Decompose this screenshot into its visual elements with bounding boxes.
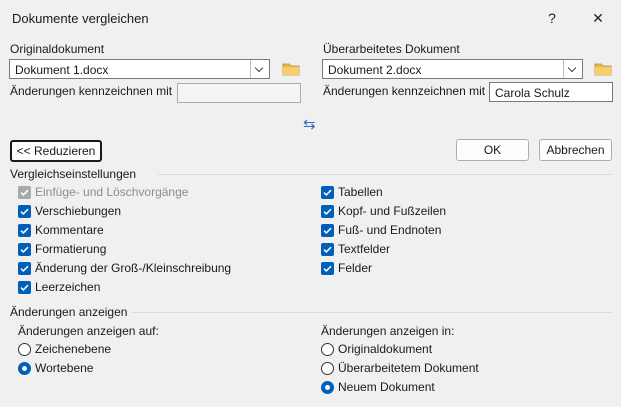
cancel-button[interactable]: Abbrechen <box>539 139 612 161</box>
revised-label: Überarbeitetes Dokument <box>323 42 460 56</box>
checkmark-icon <box>18 186 31 199</box>
checkmark-icon[interactable] <box>321 243 334 256</box>
original-combo[interactable]: Dokument 1.docx <box>9 59 270 79</box>
checkmark-icon[interactable] <box>18 205 31 218</box>
radio-button[interactable] <box>321 381 334 394</box>
radio-button[interactable] <box>18 343 31 356</box>
original-mark-label: Änderungen kennzeichnen mit <box>10 84 173 98</box>
original-label: Originaldokument <box>10 42 105 56</box>
radio-label: Überarbeitetem Dokument <box>338 361 479 375</box>
revised-mark-field[interactable]: Carola Schulz <box>489 82 613 102</box>
radio-button[interactable] <box>321 362 334 375</box>
checkmark-icon[interactable] <box>18 281 31 294</box>
revised-value: Dokument 2.docx <box>328 63 422 77</box>
checkmark-icon[interactable] <box>321 186 334 199</box>
divider <box>132 312 613 313</box>
folder-icon[interactable] <box>282 62 300 76</box>
checkbox-label: Felder <box>338 261 373 275</box>
checkbox-label: Änderung der Groß-/Kleinschreibung <box>35 261 232 275</box>
checkmark-icon[interactable] <box>18 224 31 237</box>
radio-button[interactable] <box>18 362 31 375</box>
show-changes-heading: Änderungen anzeigen <box>10 305 128 319</box>
original-mark-field[interactable] <box>177 83 301 103</box>
checkbox-label: Leerzeichen <box>35 280 101 294</box>
checkbox-label: Fuß- und Endnoten <box>338 223 442 237</box>
show-level-label: Änderungen anzeigen auf: <box>18 324 159 338</box>
checkmark-icon[interactable] <box>18 243 31 256</box>
checkbox-label: Verschiebungen <box>35 204 122 218</box>
chevron-down-icon[interactable] <box>250 60 269 78</box>
radio-button[interactable] <box>321 343 334 356</box>
checkbox-label: Textfelder <box>338 242 391 256</box>
checkbox-label: Einfüge- und Löschvorgänge <box>35 185 189 199</box>
checkbox-label: Kopf- und Fußzeilen <box>338 204 447 218</box>
checkmark-icon[interactable] <box>321 224 334 237</box>
window-title: Dokumente vergleichen <box>12 11 149 26</box>
checkmark-icon[interactable] <box>321 262 334 275</box>
folder-icon[interactable] <box>594 62 612 76</box>
compare-settings-heading: Vergleichseinstellungen <box>10 167 137 181</box>
revised-mark-label: Änderungen kennzeichnen mit <box>323 84 486 98</box>
ok-button[interactable]: OK <box>456 139 529 161</box>
checkbox-label: Tabellen <box>338 185 383 199</box>
checkmark-icon[interactable] <box>18 262 31 275</box>
chevron-down-icon[interactable] <box>563 60 582 78</box>
close-button[interactable]: ✕ <box>578 3 618 33</box>
revised-combo[interactable]: Dokument 2.docx <box>322 59 583 79</box>
show-in-label: Änderungen anzeigen in: <box>321 324 455 338</box>
radio-label: Zeichenebene <box>35 342 112 356</box>
reduce-button[interactable]: << Reduzieren <box>10 140 102 162</box>
radio-label: Wortebene <box>35 361 94 375</box>
swap-icon[interactable]: ⇆ <box>303 115 316 133</box>
checkbox-label: Kommentare <box>35 223 104 237</box>
radio-label: Neuem Dokument <box>338 380 435 394</box>
checkmark-icon[interactable] <box>321 205 334 218</box>
radio-label: Originaldokument <box>338 342 433 356</box>
original-value: Dokument 1.docx <box>15 63 109 77</box>
checkbox-label: Formatierung <box>35 242 107 256</box>
help-button[interactable]: ? <box>532 3 572 33</box>
divider <box>158 174 613 175</box>
